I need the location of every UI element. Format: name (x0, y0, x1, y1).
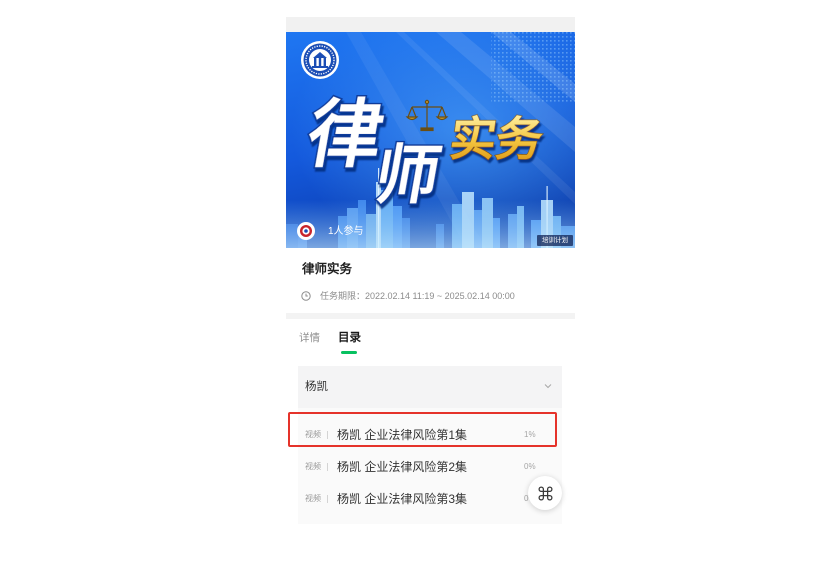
dot-matrix (491, 32, 575, 104)
training-plan-tag: 培训计划 (537, 235, 573, 246)
banner-title-group: 师 (368, 138, 448, 212)
course-banner[interactable]: 律 师 实务 1人参与 培训计划 (286, 32, 575, 248)
lesson-type-label: 视频 (305, 494, 321, 503)
participant-count: 1人参与 (328, 226, 364, 237)
avatar (297, 222, 315, 240)
lesson-title: 杨凯 企业法律风险第1集 (337, 428, 468, 442)
type-divider (327, 463, 328, 471)
banner-artwork: 律 师 实务 (286, 32, 575, 248)
lesson-type-label: 视频 (305, 430, 321, 439)
deadline-row: 任务期限：2022.02.14 11:19 ~ 2025.02.14 00:00 (301, 290, 515, 302)
type-divider (327, 431, 328, 439)
type-divider (327, 495, 328, 503)
banner-title-char-2: 师 (370, 139, 447, 210)
floating-menu-button[interactable] (528, 476, 562, 510)
lesson-type-label: 视频 (305, 462, 321, 471)
catalog-panel: 杨凯 视频 杨凯 企业法律风险第1集 1% 视频 杨凯 企业法律风险第2集 0%… (298, 366, 562, 524)
tab-active-underline (341, 351, 357, 354)
lesson-item[interactable]: 视频 杨凯 企业法律风险第2集 0% (298, 451, 562, 483)
banner-title-group: 律 (300, 91, 392, 177)
section-divider (286, 313, 575, 319)
banner-title-gold: 实务 (446, 112, 546, 166)
lesson-progress: 0% (524, 462, 536, 471)
chevron-down-icon[interactable] (543, 381, 553, 391)
clock-icon (301, 291, 311, 301)
lesson-item[interactable]: 视频 杨凯 企业法律风险第1集 1% (298, 419, 562, 451)
command-icon (538, 486, 552, 500)
avatar-image (297, 222, 315, 240)
court-emblem-logo (301, 41, 339, 79)
lesson-title: 杨凯 企业法律风险第2集 (337, 460, 468, 474)
banner-title-char-1: 律 (301, 93, 390, 176)
banner-title-group: 实务 (446, 112, 547, 167)
lesson-list: 视频 杨凯 企业法律风险第1集 1% 视频 杨凯 企业法律风险第2集 0% 视频… (298, 419, 562, 515)
status-bar-area (286, 17, 575, 32)
tab-catalog[interactable]: 目录 (338, 330, 361, 346)
lesson-title: 杨凯 企业法律风险第3集 (337, 492, 468, 506)
deadline-text: 任务期限：2022.02.14 11:19 ~ 2025.02.14 00:00 (320, 291, 515, 301)
chapter-header[interactable]: 杨凯 (298, 366, 562, 408)
lesson-progress: 1% (524, 430, 536, 439)
tab-details[interactable]: 详情 (299, 331, 320, 345)
course-title: 律师实务 (302, 262, 353, 276)
chapter-title: 杨凯 (305, 381, 328, 393)
lesson-item[interactable]: 视频 杨凯 企业法律风险第3集 0% (298, 483, 562, 515)
